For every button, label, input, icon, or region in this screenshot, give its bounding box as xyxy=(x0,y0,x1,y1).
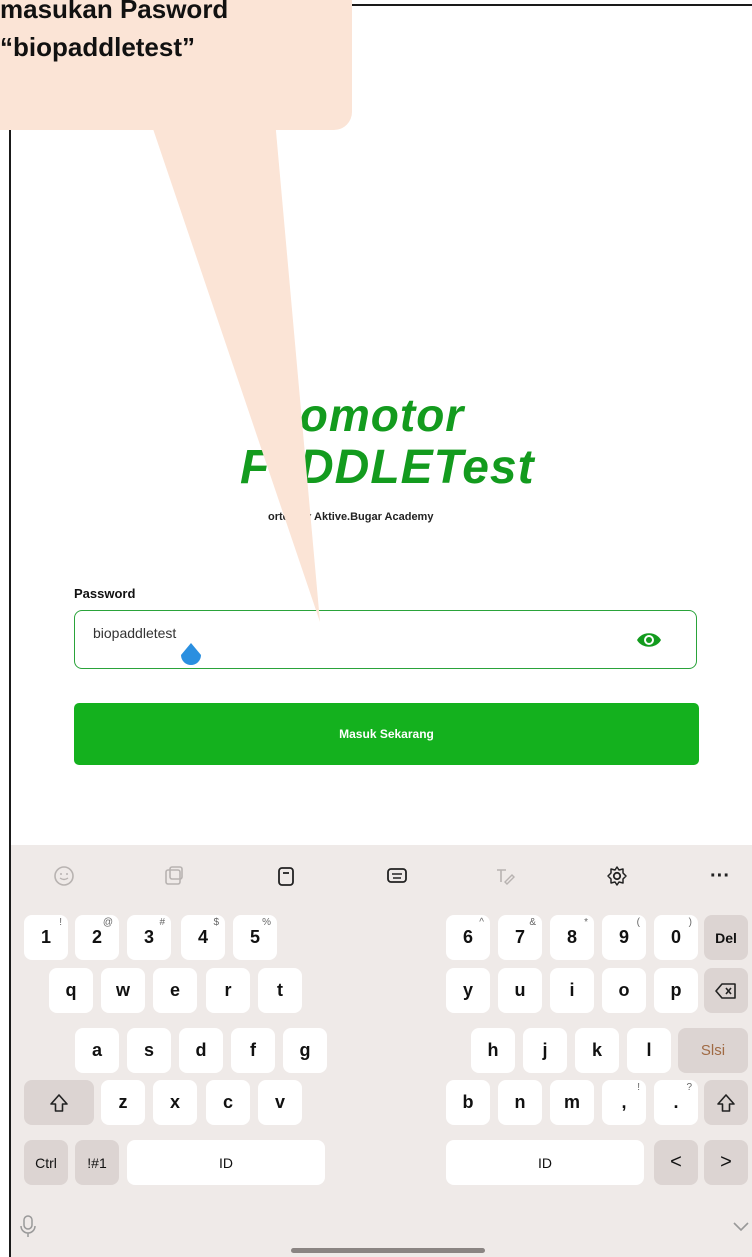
callout-line1: masukan Pasword xyxy=(0,0,229,24)
key-1[interactable]: 1! xyxy=(24,915,68,960)
space-key-left[interactable]: ID xyxy=(127,1140,325,1185)
text-cursor-handle-icon[interactable] xyxy=(177,641,205,669)
key-w[interactable]: w xyxy=(101,968,145,1013)
key-7[interactable]: 7 & xyxy=(498,915,542,960)
key-v[interactable]: v xyxy=(258,1080,302,1125)
key-hint: & xyxy=(529,917,536,928)
key-hint: % xyxy=(262,917,271,928)
shift-icon xyxy=(717,1093,735,1112)
key-n[interactable]: n xyxy=(498,1080,542,1125)
key-b[interactable]: b xyxy=(446,1080,490,1125)
key-0[interactable]: 0) xyxy=(654,915,698,960)
masuk-sekarang-button[interactable]: Masuk Sekarang xyxy=(74,703,699,765)
key-6[interactable]: 6 ^ xyxy=(446,915,490,960)
callout-text: masukan Pasword “biopaddletest” xyxy=(0,0,228,66)
key-label: 5 xyxy=(249,927,260,947)
key-period[interactable]: .? xyxy=(654,1080,698,1125)
key-label: 8 xyxy=(566,927,577,947)
key-label: 6 xyxy=(462,927,473,947)
del-key[interactable]: Del xyxy=(704,915,748,960)
key-4[interactable]: 4 $ xyxy=(181,915,225,960)
key-label: 4 xyxy=(197,927,208,947)
backspace-icon xyxy=(715,982,736,999)
callout-line2: “biopaddletest” xyxy=(0,32,196,62)
key-label: 7 xyxy=(514,927,525,947)
key-hint: ^ xyxy=(479,917,484,928)
key-g[interactable]: g xyxy=(283,1028,327,1073)
space-key-right[interactable]: ID xyxy=(446,1140,644,1185)
key-y[interactable]: y xyxy=(446,968,490,1013)
key-o[interactable]: o xyxy=(602,968,646,1013)
key-hint: * xyxy=(584,917,588,928)
key-x[interactable]: x xyxy=(153,1080,197,1125)
more-icon[interactable]: ··· xyxy=(703,859,737,893)
key-hint: ! xyxy=(59,917,62,928)
key-c[interactable]: c xyxy=(206,1080,250,1125)
backspace-key[interactable] xyxy=(704,968,748,1013)
gear-icon[interactable] xyxy=(600,859,634,893)
key-hint: @ xyxy=(102,917,113,928)
key-hint: # xyxy=(159,917,165,928)
key-5[interactable]: 5% xyxy=(233,915,277,960)
key-i[interactable]: i xyxy=(550,968,594,1013)
key-label: 0 xyxy=(670,927,681,947)
key-q[interactable]: q xyxy=(49,968,93,1013)
key-hint: ( xyxy=(636,917,640,928)
key-e[interactable]: e xyxy=(153,968,197,1013)
key-p[interactable]: p xyxy=(654,968,698,1013)
key-s[interactable]: s xyxy=(127,1028,171,1073)
arrow-left-key[interactable]: < xyxy=(654,1140,698,1185)
key-z[interactable]: z xyxy=(101,1080,145,1125)
key-k[interactable]: k xyxy=(575,1028,619,1073)
key-h[interactable]: h xyxy=(471,1028,515,1073)
key-hint: $ xyxy=(213,917,219,928)
key-m[interactable]: m xyxy=(550,1080,594,1125)
slsi-key[interactable]: Slsi xyxy=(678,1028,748,1073)
chevron-down-icon[interactable] xyxy=(732,1221,750,1233)
ctrl-key[interactable]: Ctrl xyxy=(24,1140,68,1185)
key-label: , xyxy=(621,1092,627,1112)
instruction-callout: masukan Pasword “biopaddletest” xyxy=(0,0,352,130)
keyboard-mode-icon[interactable] xyxy=(380,859,414,893)
keyboard-toolbar: ··· xyxy=(11,845,752,903)
key-8[interactable]: 8 * xyxy=(550,915,594,960)
key-3[interactable]: 3 # xyxy=(127,915,171,960)
arrow-right-key[interactable]: > xyxy=(704,1140,748,1185)
key-r[interactable]: r xyxy=(206,968,250,1013)
key-label: 9 xyxy=(618,927,629,947)
on-screen-keyboard: ··· 1! 2 @ 3 # 4 $ 5% 6 ^ 7 & 8 * 9( 0) Del q … xyxy=(11,845,752,1257)
key-label: 2 xyxy=(91,927,102,947)
handwriting-icon[interactable] xyxy=(488,859,522,893)
microphone-icon[interactable] xyxy=(19,1215,37,1239)
key-label: . xyxy=(673,1092,679,1112)
key-2[interactable]: 2 @ xyxy=(75,915,119,960)
key-f[interactable]: f xyxy=(231,1028,275,1073)
key-t[interactable]: t xyxy=(258,968,302,1013)
key-label: 3 xyxy=(143,927,154,947)
clipboard-icon[interactable] xyxy=(269,859,303,893)
key-u[interactable]: u xyxy=(498,968,542,1013)
shift-key-right[interactable] xyxy=(704,1080,748,1125)
key-label: 1 xyxy=(40,927,51,947)
key-hint: ! xyxy=(637,1082,640,1093)
key-d[interactable]: d xyxy=(179,1028,223,1073)
shift-icon xyxy=(50,1093,68,1112)
key-j[interactable]: j xyxy=(523,1028,567,1073)
key-hint: ) xyxy=(688,917,692,928)
key-l[interactable]: l xyxy=(627,1028,671,1073)
home-indicator[interactable] xyxy=(291,1248,485,1253)
key-9[interactable]: 9( xyxy=(602,915,646,960)
key-a[interactable]: a xyxy=(75,1028,119,1073)
key-comma[interactable]: ,! xyxy=(602,1080,646,1125)
symbols-key[interactable]: !#1 xyxy=(75,1140,119,1185)
emoji-icon[interactable] xyxy=(47,859,81,893)
shift-key-left[interactable] xyxy=(24,1080,94,1125)
sticker-icon[interactable] xyxy=(157,859,191,893)
key-hint: ? xyxy=(686,1082,692,1093)
